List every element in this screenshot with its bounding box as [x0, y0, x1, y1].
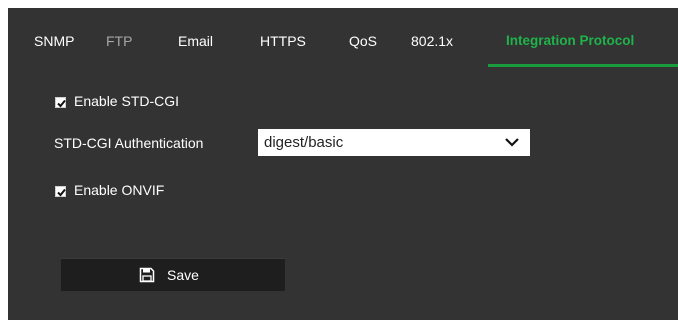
chevron-down-icon: [505, 138, 519, 147]
tab-integration-protocol[interactable]: Integration Protocol: [506, 33, 634, 67]
active-tab-indicator: [488, 64, 678, 67]
enable-std-cgi-checkbox[interactable]: [55, 97, 66, 108]
tab-qos[interactable]: QoS: [349, 33, 377, 67]
std-cgi-auth-value: digest/basic: [264, 134, 344, 151]
save-button[interactable]: Save: [61, 258, 285, 291]
tab-802-1x[interactable]: 802.1x: [411, 33, 453, 67]
tab-snmp[interactable]: SNMP: [34, 33, 74, 67]
checkmark-icon: [57, 188, 66, 197]
tab-https[interactable]: HTTPS: [260, 33, 306, 67]
tab-bar: SNMP FTP Email HTTPS QoS 802.1x Integrat…: [8, 8, 678, 67]
floppy-disk-icon: [139, 267, 155, 283]
enable-std-cgi-label: Enable STD-CGI: [74, 93, 180, 109]
tab-ftp[interactable]: FTP: [106, 33, 132, 67]
checkmark-icon: [57, 99, 66, 108]
std-cgi-auth-label: STD-CGI Authentication: [54, 135, 204, 151]
save-button-label: Save: [167, 267, 199, 283]
settings-panel: SNMP FTP Email HTTPS QoS 802.1x Integrat…: [8, 8, 678, 320]
tab-email[interactable]: Email: [178, 33, 213, 67]
enable-onvif-label: Enable ONVIF: [74, 182, 165, 198]
enable-onvif-checkbox[interactable]: [55, 186, 66, 197]
std-cgi-auth-select[interactable]: digest/basic: [258, 129, 530, 156]
